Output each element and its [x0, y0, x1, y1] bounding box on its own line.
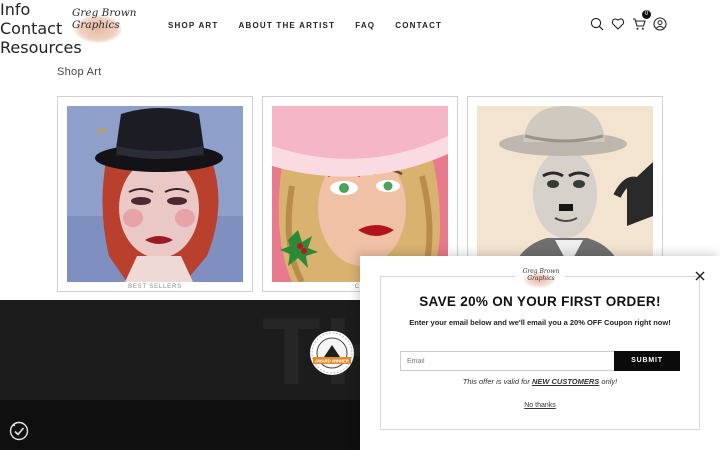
header-icons: 0 — [590, 10, 667, 31]
close-icon[interactable] — [693, 268, 707, 282]
email-field[interactable] — [400, 351, 615, 371]
nav-about-the-artist[interactable]: ABOUT THE ARTIST — [239, 21, 336, 30]
submit-button[interactable]: SUBMIT — [614, 351, 680, 371]
site-logo[interactable]: Greg Brown Graphics — [72, 5, 144, 47]
page-title: Shop Art — [57, 66, 102, 78]
seal-text: AWARD WINNER — [315, 359, 349, 364]
offer-terms: This offer is valid for NEW CUSTOMERS on… — [380, 377, 700, 386]
logo-text: Greg Brown Graphics — [72, 7, 137, 31]
terms-prefix: This offer is valid for — [462, 377, 532, 386]
accessibility-icon[interactable] — [9, 421, 29, 441]
popup-logo: Greg Brown Graphics — [515, 264, 565, 290]
site-header: Greg Brown Graphics SHOP ART ABOUT THE A… — [0, 0, 720, 52]
popup-logo-text: Greg Brown Graphics — [522, 268, 560, 282]
product-card[interactable]: BEST SELLERS — [57, 96, 253, 292]
artwork-image[interactable] — [67, 106, 243, 282]
no-thanks-link[interactable]: No thanks — [380, 402, 700, 409]
heart-icon[interactable] — [611, 16, 625, 30]
nav-contact[interactable]: CONTACT — [395, 21, 442, 30]
account-icon[interactable] — [653, 16, 667, 31]
popup-subtitle: Enter your email below and we'll email y… — [409, 318, 671, 327]
search-icon[interactable] — [590, 16, 604, 31]
nav-shop-art[interactable]: SHOP ART — [168, 21, 219, 30]
terms-highlight: NEW CUSTOMERS — [531, 377, 600, 386]
cart-icon[interactable]: 0 — [632, 10, 651, 30]
discount-popup: Greg Brown Graphics SAVE 20% ON YOUR FIR… — [360, 256, 720, 450]
nav-faq[interactable]: FAQ — [355, 21, 375, 30]
terms-suffix: only! — [599, 377, 618, 386]
popup-title: SAVE 20% ON YOUR FIRST ORDER! — [419, 294, 661, 309]
main-nav: SHOP ART ABOUT THE ARTIST FAQ CONTACT — [168, 21, 442, 30]
award-seal: AWARD WINNER — [309, 330, 355, 376]
card-caption: BEST SELLERS — [58, 284, 252, 290]
cart-count-badge: 0 — [642, 10, 651, 19]
page: Greg Brown Graphics SHOP ART ABOUT THE A… — [0, 0, 720, 450]
